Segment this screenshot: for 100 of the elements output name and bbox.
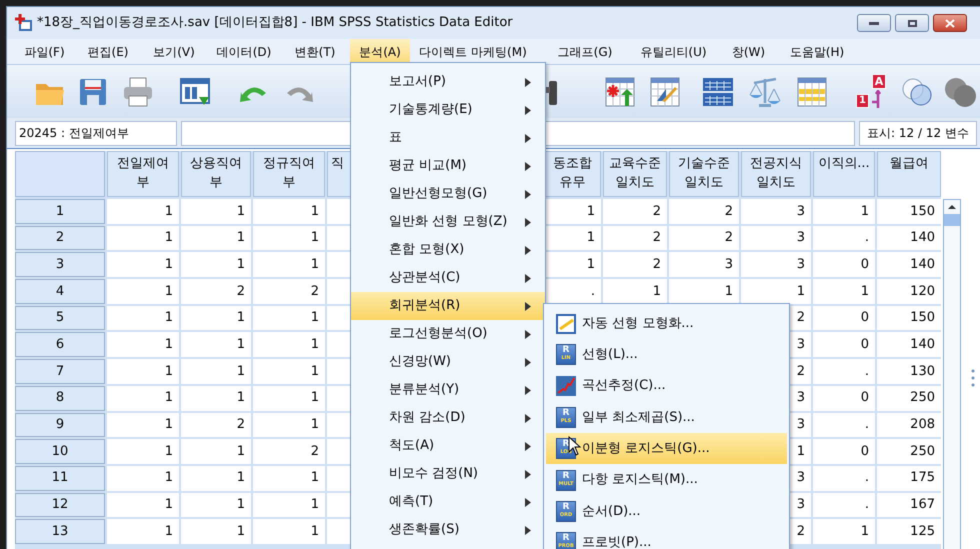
table-cell: 1: [813, 199, 875, 224]
table-cell: 1: [544, 226, 601, 250]
icon-letter: A: [872, 74, 886, 88]
table-cell: 1: [181, 439, 251, 464]
table-cell: 3: [669, 252, 739, 278]
table-cell: 3: [741, 199, 811, 224]
submenu-entry-label: 이분형 로지스틱(G)...: [582, 440, 710, 458]
table-cell: 1: [107, 492, 179, 518]
table-cell: 1: [181, 466, 251, 491]
table-cell: 1: [253, 252, 325, 278]
table-cell: 2: [253, 279, 325, 304]
table-cell: 0: [813, 439, 875, 464]
table-cell: 1: [107, 226, 179, 250]
icon-letter: R: [562, 472, 570, 481]
table-cell: 0: [813, 306, 875, 330]
submenu-entry-label: 다항 로지스틱(M)...: [582, 471, 698, 490]
table-cell: 2: [603, 199, 667, 224]
table-cell: 2: [253, 439, 325, 464]
table-cell: 140: [877, 332, 941, 358]
table-cell: 1: [107, 252, 179, 278]
visible-variables-count: 표시: 12 / 12 변수: [859, 120, 977, 146]
table-cell: 1: [253, 359, 325, 384]
table-cell: 250: [877, 439, 941, 464]
table-cell: .: [813, 466, 875, 491]
window-title: *18장_직업이동경로조사.sav [데이터집합8] - IBM SPSS Statistics Data Editor: [37, 14, 513, 32]
table-cell: 1: [107, 519, 179, 544]
menu-entry-label: 보고서(P): [389, 73, 446, 92]
submenu-entry-label: 일부 최소제곱(S)...: [582, 408, 695, 427]
table-cell: 3: [741, 226, 811, 250]
menu-entry-label: 일반화 선형 모형(Z): [389, 213, 508, 232]
table-cell: 1: [181, 359, 251, 384]
table-cell: 167: [877, 492, 941, 518]
table-cell: 150: [877, 199, 941, 224]
table-cell: 1: [181, 386, 251, 410]
table-cell: 1: [107, 386, 179, 410]
table-cell: 1: [107, 439, 179, 464]
table-cell: 1: [107, 359, 179, 384]
table-cell: .: [813, 412, 875, 438]
table-cell: 1: [107, 279, 179, 304]
icon-letter: R: [562, 502, 570, 512]
table-cell: 1: [181, 226, 251, 250]
table-cell: 1: [813, 519, 875, 544]
icon-digit: 1: [856, 94, 869, 108]
submenu-entry-label: 자동 선형 모형화...: [582, 314, 694, 333]
table-cell: .: [544, 279, 601, 304]
table-cell: 1: [181, 492, 251, 518]
table-cell: 208: [877, 412, 941, 438]
table-cell: 1: [107, 332, 179, 358]
table-cell: 0: [813, 332, 875, 358]
menu-entry-label: 상관분석(C): [389, 269, 460, 288]
icon-letter: R: [562, 346, 570, 356]
menu-entry-label: 평균 비교(M): [389, 157, 466, 176]
menu-entry-label: 회귀분석(R): [389, 297, 460, 316]
table-cell: 1: [253, 332, 325, 358]
table-cell: 1: [181, 519, 251, 544]
table-cell: 2: [181, 279, 251, 304]
menu-entry-label: 일반선형모형(G): [389, 185, 488, 204]
table-cell: 1: [544, 199, 601, 224]
table-cell: 1: [107, 199, 179, 224]
table-cell: 3: [741, 252, 811, 278]
submenu-entry-label: 순서(D)...: [582, 502, 641, 521]
table-cell: 175: [877, 466, 941, 491]
table-cell: 2: [603, 252, 667, 278]
table-cell: 1: [107, 306, 179, 330]
menu-entry-label: 생존확률(S): [389, 521, 460, 540]
table-cell: .: [813, 492, 875, 518]
submenu-entry-label: 곡선추정(C)...: [582, 377, 666, 396]
table-cell: 1: [181, 306, 251, 330]
submenu-entry-label: 프로빗(P)...: [582, 534, 652, 549]
table-cell: 1: [253, 306, 325, 330]
table-cell: 1: [253, 199, 325, 224]
table-cell: 120: [877, 279, 941, 304]
icon-letter: R: [562, 409, 570, 418]
icon-letter: R: [562, 440, 570, 450]
table-cell: 1: [253, 386, 325, 410]
table-cell: 1: [253, 519, 325, 544]
table-cell: .: [813, 359, 875, 384]
table-cell: 2: [603, 226, 667, 250]
table-cell: 0: [813, 252, 875, 278]
cell-reference: 20245 : 전일제여부: [15, 120, 177, 146]
table-cell: 125: [877, 519, 941, 544]
table-cell: 1: [813, 279, 875, 304]
table-cell: 250: [877, 386, 941, 410]
submenu-entry-label: 선형(L)...: [582, 346, 638, 364]
table-cell: .: [813, 226, 875, 250]
menu-entry-label: 신경망(W): [389, 353, 451, 372]
menu-entry-label: 비모수 검정(N): [389, 465, 478, 484]
table-cell: 1: [253, 492, 325, 518]
table-cell: 1: [107, 412, 179, 438]
menu-entry-label: 예측(T): [389, 493, 434, 512]
table-cell: 1: [253, 412, 325, 438]
table-cell: 2: [181, 412, 251, 438]
table-cell: 2: [669, 199, 739, 224]
menu-entry-label: 로그선형분석(O): [389, 325, 488, 344]
menu-entry-label: 혼합 모형(X): [389, 241, 464, 260]
table-cell: 1: [544, 252, 601, 278]
table-cell: 1: [181, 332, 251, 358]
menu-entry-label: 차원 감소(D): [389, 409, 466, 428]
table-cell: 1: [107, 466, 179, 491]
menu-entry-label: 척도(A): [389, 437, 434, 456]
